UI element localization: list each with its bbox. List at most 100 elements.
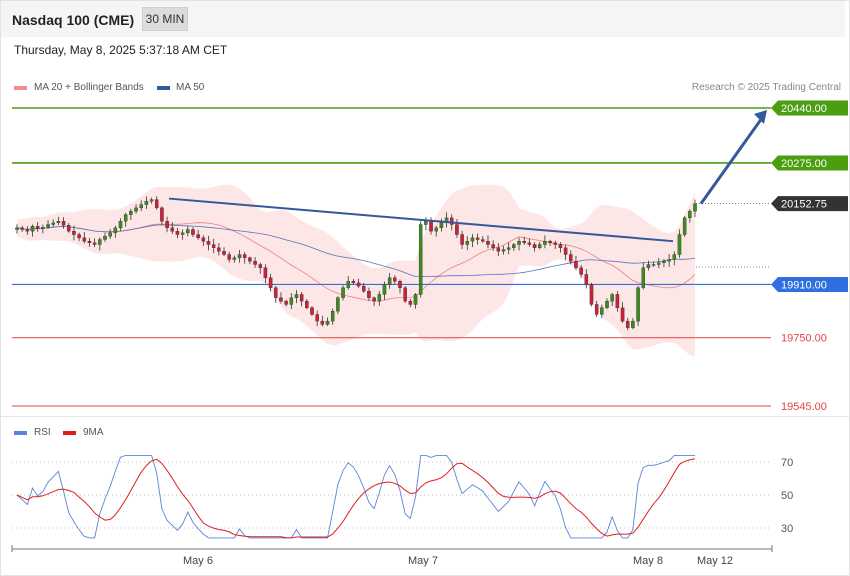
candle-body: [160, 207, 164, 222]
level-label-19545.00: 19545.00: [781, 401, 827, 413]
candle-body: [486, 241, 490, 245]
candle-body: [268, 277, 273, 288]
candle-body: [641, 267, 645, 288]
candle-body: [113, 227, 118, 234]
candle-body: [579, 267, 583, 275]
candle-body: [418, 224, 423, 295]
candle-body: [527, 242, 532, 245]
candle-body: [330, 310, 335, 322]
candle-body: [299, 294, 304, 302]
candle-body: [72, 231, 76, 235]
candle-body: [98, 239, 102, 245]
candle-body: [25, 229, 30, 232]
candle-body: [144, 201, 149, 205]
candle-body: [242, 254, 247, 258]
candle-body: [413, 294, 418, 305]
candle-body: [232, 257, 237, 260]
candle-body: [424, 221, 428, 225]
candle-body: [289, 297, 294, 305]
candle-body: [258, 264, 263, 268]
rsi-panel: 70 50 30: [12, 454, 793, 539]
candle-body: [284, 300, 288, 305]
candle-body: [460, 234, 464, 245]
candle-body: [429, 221, 433, 232]
candle-body: [610, 294, 614, 302]
candle-body: [336, 297, 340, 312]
candle-body: [15, 227, 19, 230]
candle-body: [175, 231, 180, 235]
candle-body: [92, 242, 97, 245]
projection-arrow-line: [699, 117, 764, 205]
candle-body: [615, 294, 620, 308]
candle-body: [600, 307, 604, 315]
candle-body: [589, 284, 594, 305]
candle-body: [274, 287, 278, 298]
candle-body: [620, 307, 625, 322]
chart-root: Nasdaq 100 (CME) 30 MIN Thursday, May 8,…: [0, 0, 850, 576]
candle-body: [206, 241, 211, 245]
candle-body: [496, 247, 501, 252]
candle-body: [553, 242, 558, 245]
x-tick-label: May 8: [633, 555, 663, 567]
candle-body: [222, 251, 226, 255]
time-axis: May 6 May 7 May 8 May 12: [11, 545, 773, 567]
level-label-19750.00: 19750.00: [781, 333, 827, 345]
candle-body: [517, 241, 521, 245]
candle-body: [372, 297, 376, 302]
candle-body: [165, 221, 169, 229]
candle-body: [108, 232, 112, 237]
candle-body: [682, 217, 687, 235]
candle-body: [377, 294, 382, 302]
candle-body: [139, 204, 143, 209]
candle-body: [657, 262, 661, 265]
candle-body: [154, 199, 159, 209]
candle-body: [77, 234, 81, 239]
candle-body: [67, 225, 71, 232]
level-label-20275.00: 20275.00: [781, 158, 827, 170]
candle-body: [346, 280, 350, 288]
candle-body: [35, 226, 40, 229]
candle-body: [574, 261, 578, 268]
candle-body: [46, 224, 50, 228]
candle-body: [646, 264, 651, 268]
candle-body: [227, 254, 231, 260]
candle-body: [434, 227, 438, 232]
candle-body: [522, 241, 526, 243]
candle-body: [667, 259, 671, 262]
candle-body: [631, 320, 635, 328]
candle-body: [569, 254, 573, 262]
candle-body: [87, 241, 92, 243]
bollinger-band: [17, 184, 695, 357]
price-chart[interactable]: 20440.00 20275.00 20152.75 19910.00 19750.00…: [1, 1, 849, 575]
candle-body: [118, 221, 123, 229]
candle-body: [625, 320, 630, 328]
candle-body: [563, 247, 568, 255]
candle-body: [82, 237, 87, 242]
candle-body: [134, 207, 138, 212]
candle-body: [548, 241, 552, 243]
candle-body: [439, 222, 444, 229]
candle-body: [217, 247, 221, 252]
candle-body: [123, 214, 128, 222]
candle-body: [662, 261, 666, 263]
candle-body: [543, 241, 547, 245]
candle-body: [253, 261, 257, 265]
candle-body: [170, 227, 175, 232]
candle-body: [605, 300, 609, 308]
x-tick-label: May 12: [697, 555, 733, 567]
candle-body: [693, 203, 697, 212]
candle-body: [408, 300, 413, 305]
candle-body: [393, 277, 397, 282]
level-label-19910.00: 19910.00: [781, 279, 827, 291]
level-label-20152.75: 20152.75: [781, 199, 827, 211]
candle-body: [237, 254, 242, 258]
candle-body: [475, 237, 480, 240]
candle-body: [30, 226, 35, 232]
candle-body: [651, 264, 656, 266]
candle-body: [20, 227, 24, 230]
candle-body: [356, 282, 361, 287]
candle-body: [584, 274, 589, 285]
candle-body: [382, 284, 387, 295]
candle-body: [294, 294, 299, 298]
candle-body: [367, 290, 371, 298]
